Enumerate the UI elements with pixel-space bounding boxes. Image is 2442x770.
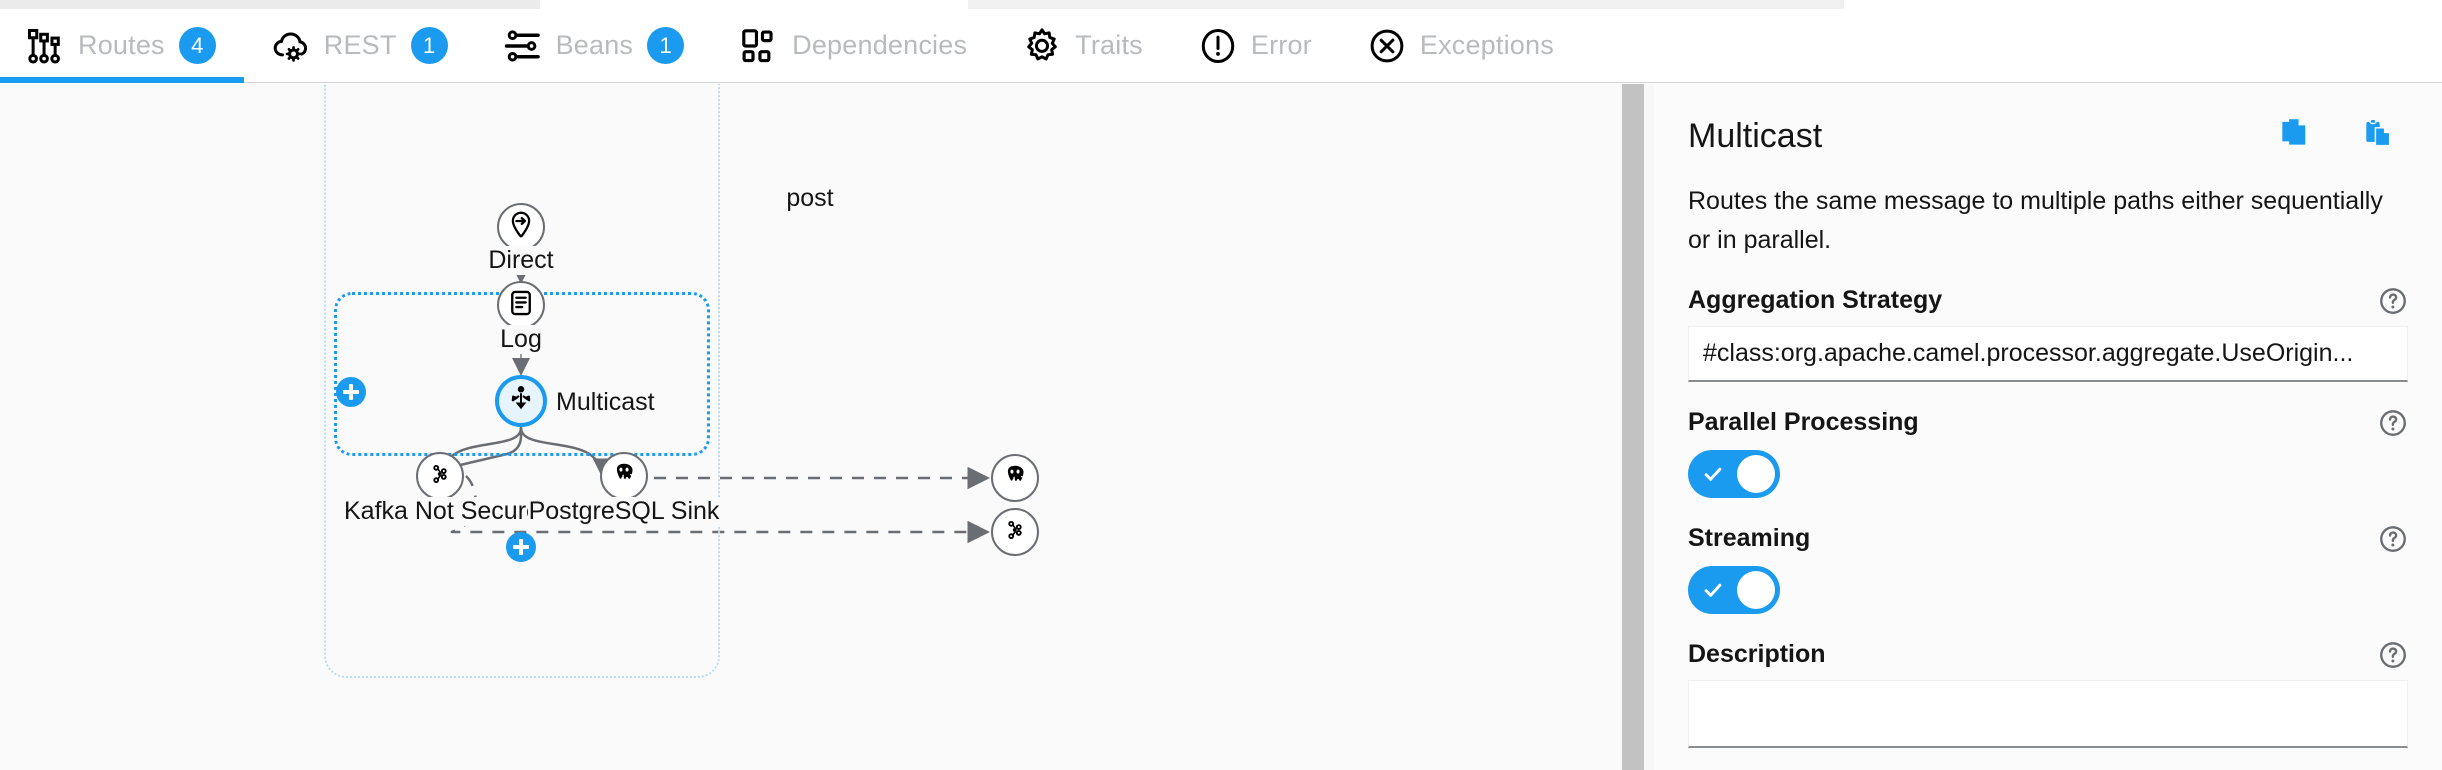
detail-header: Multicast <box>1688 108 2408 164</box>
aggregation-strategy-input[interactable]: #class:org.apache.camel.processor.aggreg… <box>1688 326 2408 382</box>
tab-exceptions[interactable]: Exceptions <box>1340 9 1582 83</box>
detail-title: Multicast <box>1688 117 1822 156</box>
tab-label-error: Error <box>1251 30 1312 61</box>
node-label-multicast: Multicast <box>556 388 655 417</box>
postgresql-elephant-icon <box>1001 462 1029 495</box>
node-postgresql-sink[interactable] <box>600 452 648 500</box>
app-root: Routes 4 REST 1 Beans 1 Dependencies Traits Erro… <box>0 0 2442 770</box>
tab-label-rest: REST <box>324 30 397 61</box>
main-split: post Direct <box>0 84 2442 770</box>
tab-badge-beans: 1 <box>647 27 684 64</box>
tab-label-exceptions: Exceptions <box>1420 30 1554 61</box>
direct-pin-arrow-icon <box>506 210 536 245</box>
main-tabbar: Routes 4 REST 1 Beans 1 Dependencies Traits Erro… <box>0 9 2442 83</box>
add-step-bottom-button[interactable] <box>506 532 536 562</box>
field-label-aggregation-strategy: Aggregation Strategy <box>1688 286 1942 315</box>
paste-icon <box>2363 117 2395 156</box>
detail-description: Routes the same message to multiple path… <box>1688 182 2388 260</box>
copy-button[interactable] <box>2276 116 2314 156</box>
field-label-description: Description <box>1688 640 1826 669</box>
log-document-icon <box>507 289 535 322</box>
toggle-knob <box>1737 455 1775 493</box>
parallel-processing-toggle[interactable] <box>1688 450 1780 498</box>
routes-icon <box>26 27 64 65</box>
exclamation-circle-icon <box>1199 27 1237 65</box>
tab-label-traits: Traits <box>1075 30 1143 61</box>
tab-badge-rest: 1 <box>411 27 448 64</box>
help-icon[interactable] <box>2378 640 2408 670</box>
kafka-icon <box>1002 517 1028 548</box>
help-icon[interactable] <box>2378 286 2408 316</box>
tab-rest[interactable]: REST 1 <box>244 9 476 83</box>
tab-label-beans: Beans <box>556 30 634 61</box>
node-label-direct: Direct <box>421 246 621 275</box>
paste-button[interactable] <box>2360 116 2398 156</box>
field-row-streaming: Streaming <box>1688 524 2408 554</box>
streaming-toggle[interactable] <box>1688 566 1780 614</box>
add-step-left-button[interactable] <box>336 377 366 407</box>
field-row-aggregation-strategy: Aggregation Strategy <box>1688 286 2408 316</box>
node-kafka-sink[interactable] <box>416 452 464 500</box>
route-title: post <box>0 184 1620 213</box>
node-log[interactable] <box>497 281 545 329</box>
tab-dependencies[interactable]: Dependencies <box>712 9 995 83</box>
toggle-knob <box>1737 571 1775 609</box>
field-row-description: Description <box>1688 640 2408 670</box>
panel-splitter[interactable] <box>1620 84 1654 770</box>
multicast-arrows-icon <box>506 384 536 419</box>
node-label-kafka-sink: Kafka Not Secured Sink <box>344 497 536 526</box>
rest-cloud-icon <box>272 27 310 65</box>
help-icon[interactable] <box>2378 408 2408 438</box>
node-label-postgresql-sink: PostgreSQL Sink <box>528 497 720 526</box>
beans-sliders-icon <box>504 27 542 65</box>
field-row-parallel-processing: Parallel Processing <box>1688 408 2408 438</box>
description-input[interactable] <box>1688 680 2408 748</box>
check-icon <box>1702 579 1724 601</box>
kafka-icon <box>427 461 453 492</box>
tab-badge-routes: 4 <box>179 27 216 64</box>
node-label-log: Log <box>421 325 621 354</box>
tab-beans[interactable]: Beans 1 <box>476 9 713 83</box>
node-direct[interactable] <box>497 203 545 251</box>
external-node-kafka[interactable] <box>991 508 1039 556</box>
tab-routes[interactable]: Routes 4 <box>0 9 244 83</box>
field-label-parallel-processing: Parallel Processing <box>1688 408 1919 437</box>
route-canvas[interactable]: post Direct <box>0 84 1620 770</box>
dependencies-icon <box>740 27 778 65</box>
external-node-postgresql[interactable] <box>991 454 1039 502</box>
detail-actions <box>2276 116 2408 156</box>
tab-label-dependencies: Dependencies <box>792 30 967 61</box>
tab-error[interactable]: Error <box>1171 9 1340 83</box>
copy-icon <box>2279 117 2311 156</box>
times-circle-icon <box>1368 27 1406 65</box>
gear-icon <box>1023 27 1061 65</box>
check-icon <box>1702 463 1724 485</box>
tab-label-routes: Routes <box>78 30 165 61</box>
node-multicast[interactable] <box>495 375 547 427</box>
field-label-streaming: Streaming <box>1688 524 1810 553</box>
postgresql-elephant-icon <box>610 460 638 493</box>
tab-traits[interactable]: Traits <box>995 9 1171 83</box>
detail-panel: Multicast <box>1654 84 2442 770</box>
splitter-grip[interactable] <box>1622 84 1644 770</box>
help-icon[interactable] <box>2378 524 2408 554</box>
